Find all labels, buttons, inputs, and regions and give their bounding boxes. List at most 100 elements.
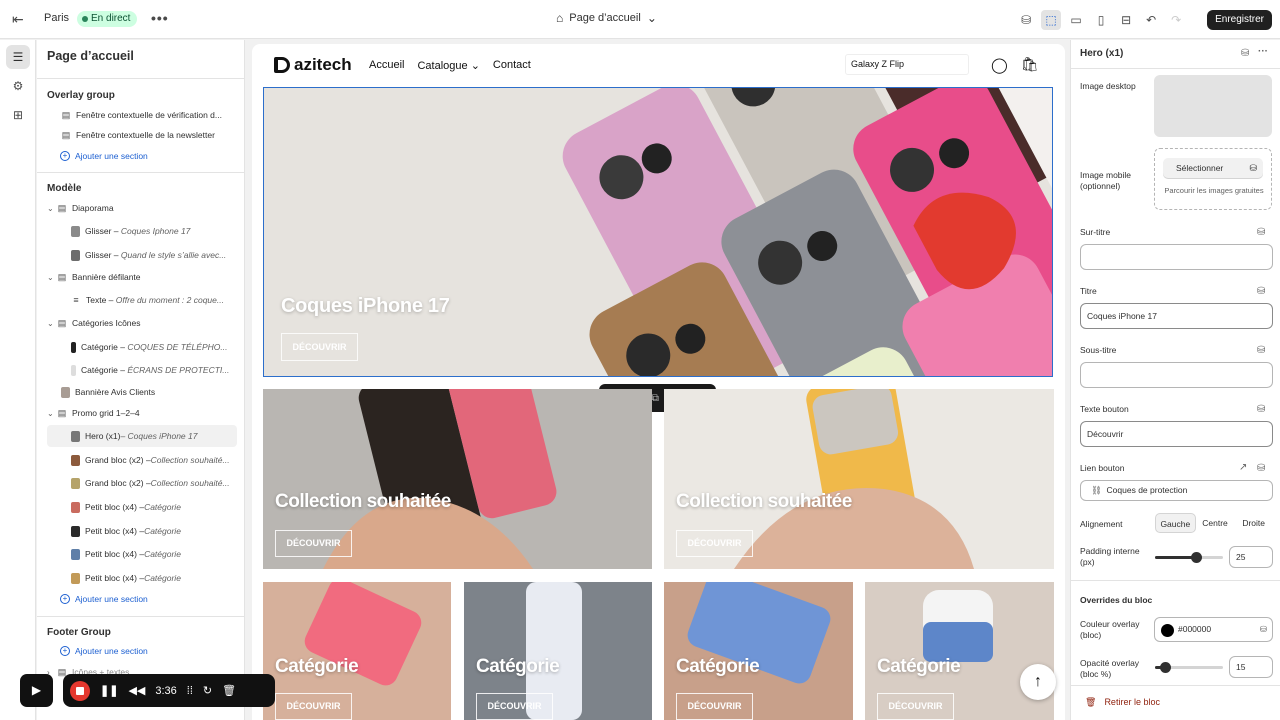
button-link-input[interactable]: ⛓ Coques de protection [1080, 480, 1273, 501]
add-section-button[interactable]: + Ajouter une section [60, 151, 148, 161]
section-item-marquee[interactable]: ⌄ ▤ Bannière défilante [47, 266, 237, 288]
camera-icon[interactable]: ▶ [20, 674, 53, 707]
database-icon[interactable]: ⛁ [1257, 227, 1265, 238]
block-item[interactable]: ≡ Texte – Offre du moment : 2 coque... [47, 289, 237, 311]
padding-input[interactable]: 25 [1229, 546, 1273, 568]
small-block[interactable]: Catégorie DÉCOUVRIR [664, 582, 853, 720]
slider-handle[interactable] [1190, 552, 1202, 563]
database-icon[interactable]: ⛁ [1016, 10, 1036, 30]
database-icon[interactable]: ⛁ [1257, 463, 1265, 474]
trash-icon[interactable]: 🗑 [222, 684, 236, 697]
scroll-to-top-button[interactable]: ↑ [1020, 664, 1056, 700]
more-options-icon[interactable]: ••• [151, 10, 169, 26]
title-input[interactable]: Coques iPhone 17 [1080, 303, 1273, 329]
discover-button[interactable]: DÉCOUVRIR [877, 693, 954, 720]
discover-button[interactable]: DÉCOUVRIR [476, 693, 553, 720]
overlay-opacity-slider[interactable] [1155, 662, 1223, 673]
hero-block[interactable]: Coques iPhone 17 DÉCOUVRIR [263, 87, 1053, 377]
overlay-opacity-input[interactable]: 15 [1229, 656, 1273, 678]
section-item-promo-grid[interactable]: ⌄ ▤ Promo grid 1–2–4 [47, 402, 237, 424]
account-icon[interactable]: ◯ [991, 56, 1008, 74]
duplicate-icon[interactable]: ⧉ [652, 393, 659, 404]
block-item[interactable]: Grand bloc (x2) – Collection souhaité... [47, 449, 237, 471]
section-item[interactable]: ▤ Fenêtre contextuelle de la newsletter [47, 124, 237, 146]
inspector-icon[interactable]: ⬚ [1041, 9, 1062, 30]
undo-icon[interactable]: ↶ [1141, 10, 1161, 30]
block-item[interactable]: Petit bloc (x4) – Catégorie [47, 520, 237, 542]
add-section-button[interactable]: + Ajouter une section [60, 646, 148, 656]
database-icon[interactable]: ⛁ [1257, 286, 1265, 297]
block-item[interactable]: Catégorie – ÉCRANS DE PROTECTI... [47, 359, 237, 381]
nav-link-catalog[interactable]: Catalogue ⌄ [417, 59, 479, 72]
overlay-color-input[interactable]: #000000 ⛁ [1154, 617, 1273, 642]
discover-button[interactable]: DÉCOUVRIR [676, 530, 753, 557]
external-link-icon[interactable]: ↗ [1239, 462, 1247, 473]
stop-recording-button[interactable] [70, 680, 90, 701]
block-item[interactable]: Petit bloc (x4) – Catégorie [47, 543, 237, 565]
small-block[interactable]: Catégorie DÉCOUVRIR [865, 582, 1054, 720]
fullwidth-view-icon[interactable]: ⊟ [1116, 10, 1136, 30]
small-block[interactable]: Catégorie DÉCOUVRIR [263, 582, 451, 720]
hero-discover-button[interactable]: DÉCOUVRIR [281, 333, 358, 361]
big-block[interactable]: Collection souhaitée DÉCOUVRIR [664, 389, 1054, 569]
align-center-option[interactable]: Centre [1196, 513, 1235, 533]
restart-icon[interactable]: ↻ [203, 684, 212, 697]
apps-icon[interactable]: ⊞ [6, 103, 30, 127]
nav-link-contact[interactable]: Contact [493, 59, 531, 72]
select-image-button[interactable]: Sélectionner ⛁ [1163, 158, 1263, 178]
block-item[interactable]: Glisser – Quand le style s’allie avec... [47, 244, 237, 266]
discover-button[interactable]: DÉCOUVRIR [275, 530, 352, 557]
database-icon[interactable]: ⛁ [1241, 48, 1249, 59]
more-options-icon[interactable]: ··· [1258, 46, 1268, 57]
subtitle-input[interactable] [1080, 362, 1273, 388]
save-button[interactable]: Enregistrer [1207, 9, 1272, 30]
section-item-reviews[interactable]: Bannière Avis Clients [47, 381, 237, 403]
pause-icon[interactable]: ❚❚ [100, 684, 118, 697]
brand-logo[interactable]: azitech [274, 55, 352, 75]
block-item[interactable]: Petit bloc (x4) – Catégorie [47, 567, 237, 589]
block-item-selected[interactable]: Hero (x1) – Coques iPhone 17 [47, 425, 237, 447]
block-item[interactable]: Glisser – Coques Iphone 17 [47, 220, 237, 242]
slider-handle[interactable] [1160, 662, 1172, 673]
button-text-input[interactable]: Découvrir [1080, 421, 1273, 447]
theme-settings-icon[interactable]: ⚙ [6, 74, 30, 98]
redo-icon[interactable]: ↷ [1166, 10, 1186, 30]
grid-icon[interactable]: ⁞⁞ [187, 685, 193, 697]
section-item-slideshow[interactable]: ⌄ ▤ Diaporama [47, 197, 237, 219]
add-section-button[interactable]: + Ajouter une section [60, 594, 148, 604]
browse-free-images-link[interactable]: Parcourir les images gratuites [1155, 186, 1273, 195]
mobile-view-icon[interactable]: ▯ [1091, 10, 1111, 30]
cart-icon[interactable]: 🛍 [1021, 56, 1039, 73]
image-thumbnail [71, 225, 80, 237]
padding-slider[interactable] [1155, 552, 1223, 563]
remove-block-button[interactable]: 🗑 Retirer le bloc [1085, 697, 1160, 708]
align-right-option[interactable]: Droite [1234, 513, 1273, 533]
rewind-icon[interactable]: ◀◀ [128, 684, 145, 697]
big-block[interactable]: Collection souhaitée DÉCOUVRIR [263, 389, 652, 569]
database-icon[interactable]: ⛁ [1257, 404, 1265, 415]
block-item[interactable]: Grand bloc (x2) – Collection souhaité... [47, 472, 237, 494]
discover-button[interactable]: DÉCOUVRIR [676, 693, 753, 720]
overline-input[interactable] [1080, 244, 1273, 270]
home-icon: ⌂ [556, 11, 564, 25]
chevron-down-icon: ⌄ [47, 272, 54, 282]
section-item-category-icons[interactable]: ⌄ ▤ Catégories Icônes [47, 312, 237, 334]
chevron-down-icon: ⌄ [47, 318, 54, 328]
block-item[interactable]: Catégorie – COQUES DE TÉLÉPHO... [47, 336, 237, 358]
template-heading: Modèle [47, 183, 82, 194]
store-name[interactable]: Paris [44, 12, 69, 24]
block-item[interactable]: Petit bloc (x4) – Catégorie [47, 496, 237, 518]
discover-button[interactable]: DÉCOUVRIR [275, 693, 352, 720]
image-desktop-picker[interactable] [1154, 75, 1272, 137]
page-selector[interactable]: ⌂ Page d’accueil ⌄ [556, 11, 657, 25]
sections-icon[interactable]: ☰ [6, 45, 30, 69]
exit-icon[interactable]: ⇤ [12, 11, 28, 27]
nav-link-home[interactable]: Accueil [369, 59, 404, 72]
section-item[interactable]: ▤ Fenêtre contextuelle de vérification d.… [47, 104, 237, 126]
small-block[interactable]: Catégorie DÉCOUVRIR [464, 582, 652, 720]
desktop-view-icon[interactable]: ▭ [1066, 10, 1086, 30]
search-input[interactable]: Galaxy Z Flip [845, 54, 969, 75]
editor-topbar: ⇤ Paris En direct ••• ⌂ Page d’accueil ⌄… [0, 0, 1280, 39]
database-icon[interactable]: ⛁ [1257, 345, 1265, 356]
align-left-option[interactable]: Gauche [1155, 513, 1196, 533]
